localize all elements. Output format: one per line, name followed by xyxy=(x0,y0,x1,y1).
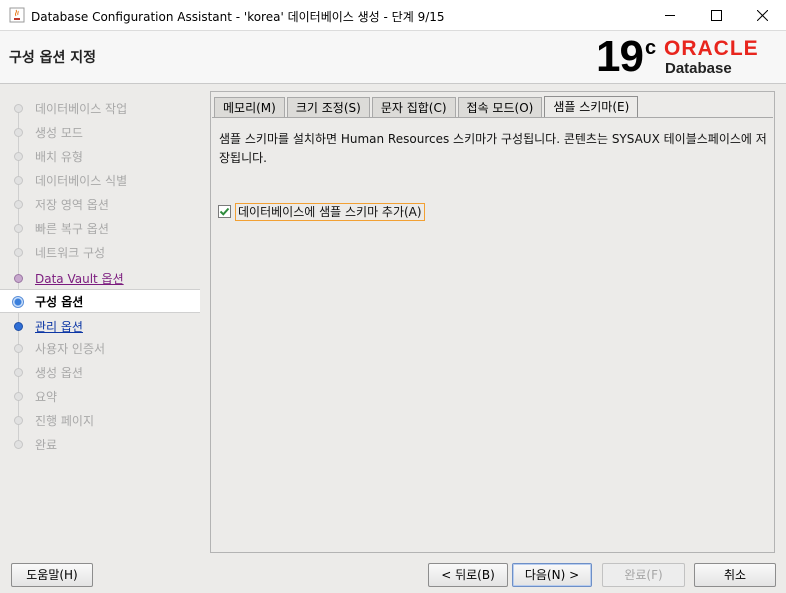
step-finish: 완료 xyxy=(0,432,200,456)
help-button[interactable]: 도움말(H) xyxy=(11,563,93,587)
step-database-identification: 데이터베이스 식별 xyxy=(0,168,200,192)
close-button[interactable] xyxy=(739,0,785,31)
cancel-button[interactable]: 취소 xyxy=(694,563,776,587)
maximize-icon xyxy=(710,10,722,21)
step-dot-icon xyxy=(14,392,23,401)
step-dot-icon xyxy=(14,224,23,233)
page-title: 구성 옵션 지정 xyxy=(9,50,97,66)
tab-memory[interactable]: 메모리(M) xyxy=(214,97,285,118)
add-sample-schemas-label[interactable]: 데이터베이스에 샘플 스키마 추가(A) xyxy=(235,202,425,221)
add-sample-schemas-option[interactable]: 데이터베이스에 샘플 스키마 추가(A) xyxy=(218,202,425,221)
configuration-panel: 메모리(M) 크기 조정(S) 문자 집합(C) 접속 모드(O) 샘플 스키마… xyxy=(210,91,775,553)
minimize-icon xyxy=(664,15,675,16)
header-banner: 구성 옵션 지정 19 c ORACLE Database xyxy=(0,31,786,84)
step-dot-icon xyxy=(14,248,23,257)
step-dot-icon xyxy=(14,344,23,353)
tab-character-sets[interactable]: 문자 집합(C) xyxy=(371,97,456,118)
step-dot-icon xyxy=(14,322,23,331)
logo-version: 19 xyxy=(596,32,644,81)
title-bar: Database Configuration Assistant - 'kore… xyxy=(0,0,786,31)
step-current-icon xyxy=(12,296,24,308)
logo-brand: ORACLE xyxy=(664,37,759,60)
step-navigator: 데이터베이스 작업 생성 모드 배치 유형 데이터베이스 식별 저장 영역 옵션… xyxy=(0,84,200,554)
step-management-option[interactable]: 관리 옵션 xyxy=(0,314,200,338)
tab-sizing[interactable]: 크기 조정(S) xyxy=(286,97,370,118)
sample-schemas-description: 샘플 스키마를 설치하면 Human Resources 스키마가 구성됩니다.… xyxy=(219,132,767,165)
add-sample-schemas-checkbox[interactable] xyxy=(218,205,231,218)
window-title: Database Configuration Assistant - 'kore… xyxy=(31,10,445,24)
close-icon xyxy=(756,10,768,21)
step-deployment-type: 배치 유형 xyxy=(0,144,200,168)
logo-version-suffix: c xyxy=(645,37,657,59)
step-dot-icon xyxy=(14,200,23,209)
step-fast-recovery-option: 빠른 복구 옵션 xyxy=(0,216,200,240)
tab-sample-schemas[interactable]: 샘플 스키마(E) xyxy=(544,96,639,118)
step-network-configuration: 네트워크 구성 xyxy=(0,240,200,264)
sample-schemas-tab-panel: 샘플 스키마를 설치하면 Human Resources 스키마가 구성됩니다.… xyxy=(212,117,773,551)
minimize-button[interactable] xyxy=(647,0,693,31)
step-dot-icon xyxy=(14,274,23,283)
step-summary: 요약 xyxy=(0,384,200,408)
step-dot-icon xyxy=(14,152,23,161)
step-creation-option: 생성 옵션 xyxy=(0,360,200,384)
step-dot-icon xyxy=(14,176,23,185)
checkmark-icon xyxy=(219,207,230,216)
logo-product: Database xyxy=(665,60,732,77)
java-app-icon xyxy=(9,7,25,23)
next-button[interactable]: 다음(N) > xyxy=(512,563,592,587)
back-button[interactable]: < 뒤로(B) xyxy=(428,563,508,587)
step-creation-mode: 생성 모드 xyxy=(0,120,200,144)
step-dot-icon xyxy=(14,440,23,449)
step-storage-option: 저장 영역 옵션 xyxy=(0,192,200,216)
step-dot-icon xyxy=(14,128,23,137)
step-dot-icon xyxy=(14,104,23,113)
step-dot-icon xyxy=(14,416,23,425)
maximize-button[interactable] xyxy=(693,0,739,31)
step-progress-page: 진행 페이지 xyxy=(0,408,200,432)
finish-button: 완료(F) xyxy=(602,563,685,587)
step-dot-icon xyxy=(14,368,23,377)
step-configuration-option: 구성 옵션 xyxy=(0,289,200,313)
step-user-credentials: 사용자 인증서 xyxy=(0,336,200,360)
tab-strip: 메모리(M) 크기 조정(S) 문자 집합(C) 접속 모드(O) 샘플 스키마… xyxy=(214,96,640,118)
tab-connection-mode[interactable]: 접속 모드(O) xyxy=(457,97,543,118)
step-database-operation: 데이터베이스 작업 xyxy=(0,96,200,120)
step-data-vault-option[interactable]: Data Vault 옵션 xyxy=(0,266,200,290)
